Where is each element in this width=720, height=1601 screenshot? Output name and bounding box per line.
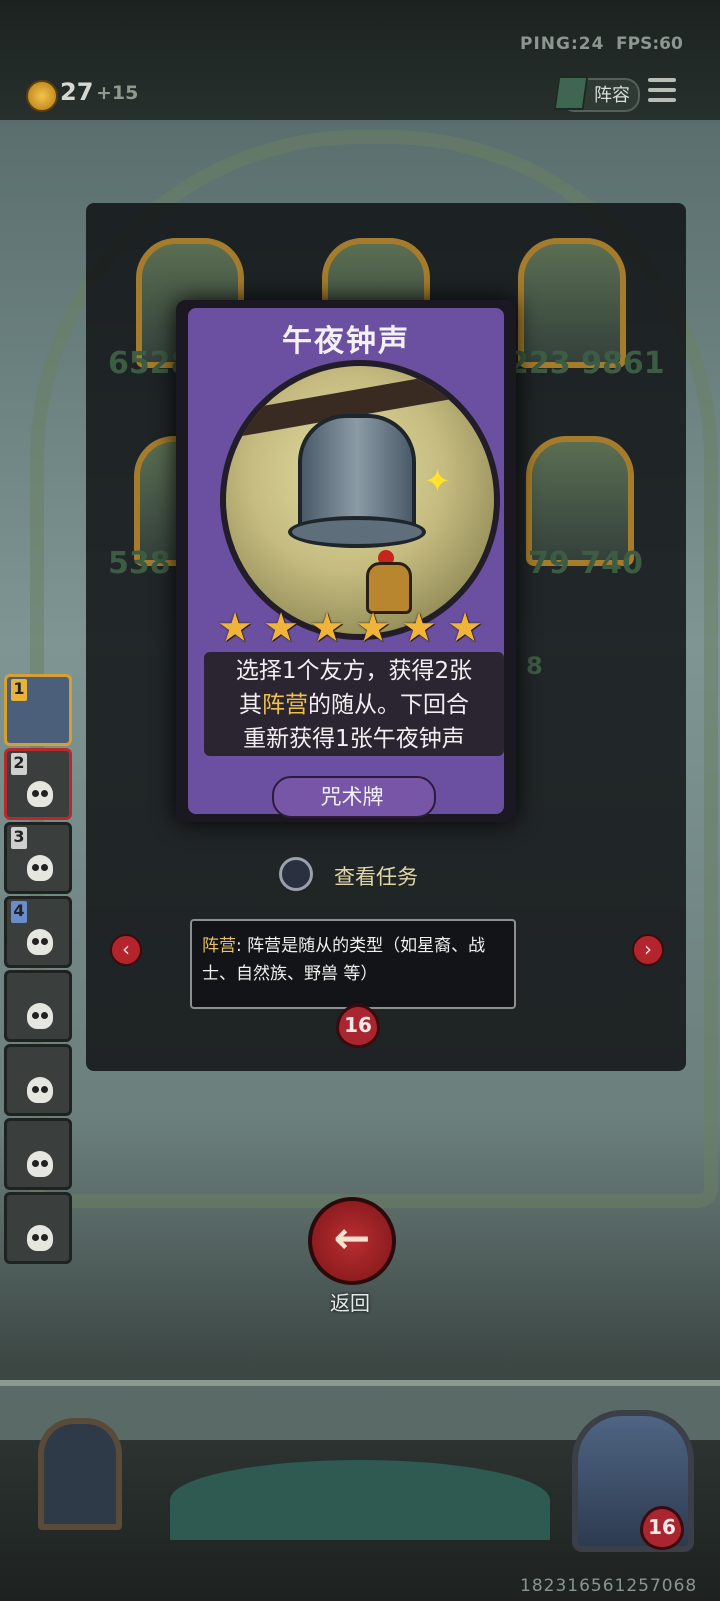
player-slot-2[interactable]: 2 bbox=[4, 748, 72, 820]
player-health-badge: 16 bbox=[640, 1506, 684, 1550]
menu-icon[interactable] bbox=[648, 78, 676, 104]
player-slot-6[interactable] bbox=[4, 1044, 72, 1116]
skull-icon bbox=[27, 781, 53, 807]
player-slot-4[interactable]: 4 bbox=[4, 896, 72, 968]
hero-stat: 223 9861 bbox=[508, 346, 665, 381]
back-button[interactable]: ← bbox=[308, 1197, 396, 1285]
fps-readout: FPS:60 bbox=[616, 34, 683, 54]
back-label[interactable]: 返回 bbox=[310, 1287, 390, 1316]
player-slot-1[interactable]: 1 bbox=[4, 674, 72, 746]
skull-icon bbox=[27, 1077, 53, 1103]
ping-readout: PING:24 bbox=[520, 34, 605, 54]
star-icon: ★ bbox=[217, 605, 253, 651]
view-task-toggle[interactable] bbox=[279, 857, 313, 891]
star-icon: ★ bbox=[263, 605, 299, 651]
player-slot-5[interactable] bbox=[4, 970, 72, 1042]
hero-stat: 538 bbox=[108, 546, 171, 581]
bottom-hill bbox=[170, 1460, 550, 1540]
desc-text: 的随从。下回合 bbox=[308, 692, 469, 718]
star-icon: ★ bbox=[401, 605, 437, 651]
skull-icon bbox=[27, 855, 53, 881]
player-slot-3[interactable]: 3 bbox=[4, 822, 72, 894]
desc-line-2: 其阵营的随从。下回合 bbox=[206, 688, 502, 722]
card-star-rating: ★ ★ ★ ★ ★ ★ bbox=[212, 606, 492, 650]
desc-line-1: 选择1个友方，获得2张 bbox=[235, 658, 473, 684]
slot-rank: 4 bbox=[11, 901, 27, 923]
bottom-left-portal[interactable] bbox=[38, 1418, 122, 1530]
slot-rank: 1 bbox=[11, 679, 27, 701]
player-slot-8[interactable] bbox=[4, 1192, 72, 1264]
skull-icon bbox=[27, 1225, 53, 1251]
card-type-label: 咒术牌 bbox=[320, 785, 384, 809]
hero-health-badge: 16 bbox=[336, 1004, 380, 1048]
gold-amount: 27 bbox=[60, 78, 94, 106]
card-art: ✦ bbox=[220, 360, 500, 640]
view-task-label[interactable]: 查看任务 bbox=[334, 861, 418, 891]
spark-icon: ✦ bbox=[424, 462, 451, 500]
lineup-label: 阵容 bbox=[594, 85, 630, 106]
bell-rim bbox=[288, 516, 426, 548]
skull-icon bbox=[27, 1003, 53, 1029]
next-arrow-button[interactable]: › bbox=[632, 934, 664, 966]
desc-line-3: 重新获得1张午夜钟声 bbox=[243, 726, 465, 752]
hero-stat: 79 740 bbox=[528, 546, 643, 581]
prev-arrow-button[interactable]: ‹ bbox=[110, 934, 142, 966]
round-indicator: 8 bbox=[526, 652, 543, 680]
player-slot-7[interactable] bbox=[4, 1118, 72, 1190]
desc-text: 其 bbox=[239, 692, 262, 718]
gold-coin-icon bbox=[26, 80, 58, 112]
star-icon: ★ bbox=[447, 605, 483, 651]
skull-icon bbox=[27, 929, 53, 955]
card-title: 午夜钟声 bbox=[282, 324, 410, 359]
card-description: 选择1个友方，获得2张 其阵营的随从。下回合 重新获得1张午夜钟声 bbox=[206, 654, 502, 756]
slot-rank: 2 bbox=[11, 753, 27, 775]
star-icon: ★ bbox=[355, 605, 391, 651]
tooltip-text: 阵营: 阵营是随从的类型（如星裔、战士、自然族、野兽 等） bbox=[202, 932, 504, 988]
tooltip-body: : 阵营是随从的类型（如星裔、战士、自然族、野兽 等） bbox=[202, 936, 486, 984]
skull-icon bbox=[27, 1151, 53, 1177]
book-icon bbox=[553, 76, 589, 110]
slot-rank: 3 bbox=[11, 827, 27, 849]
faction-keyword[interactable]: 阵营 bbox=[262, 692, 308, 718]
tooltip-keyword: 阵营 bbox=[202, 936, 236, 956]
session-id: 1823165612570​68 bbox=[520, 1576, 698, 1596]
gold-income: +15 bbox=[96, 82, 139, 104]
star-icon: ★ bbox=[309, 605, 345, 651]
